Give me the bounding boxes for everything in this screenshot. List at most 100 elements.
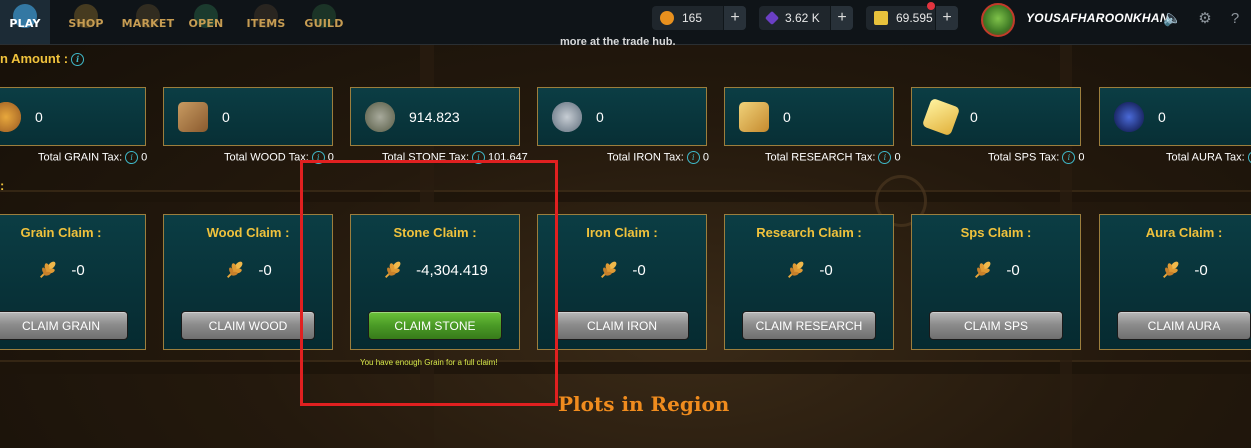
- tax-label: Total WOOD Tax:: [224, 151, 309, 164]
- grain-icon: [601, 261, 617, 278]
- nav-label: PLAY: [9, 17, 41, 30]
- tax-line-iron: Total IRON Tax: i 0: [607, 151, 709, 164]
- nav-label: OPEN: [188, 17, 224, 30]
- nav-label: SHOP: [68, 17, 104, 30]
- crystal-value: 3.62 K: [785, 11, 820, 25]
- claim-box-iron: Iron Claim : -0 CLAIM IRON: [537, 214, 707, 350]
- claim-title: Aura Claim :: [1145, 225, 1223, 240]
- claim-title: Iron Claim :: [586, 225, 658, 240]
- add-voucher-button[interactable]: +: [935, 6, 958, 30]
- amount-value: 914.823: [409, 108, 460, 125]
- nav-shop[interactable]: SHOP: [58, 0, 114, 44]
- claim-value: -0: [1194, 261, 1208, 279]
- voucher-value: 69.595: [896, 11, 933, 25]
- tax-value: 0: [894, 151, 901, 164]
- amount-box-wood: 0: [163, 87, 333, 146]
- amount-box-aura: 0: [1099, 87, 1251, 146]
- tax-line-aura: Total AURA Tax:i0: [1166, 151, 1251, 164]
- amount-section-label: n Amount :i: [0, 51, 85, 67]
- amount-box-sps: 0: [911, 87, 1081, 146]
- amount-value: 0: [1158, 108, 1166, 125]
- notification-dot: [927, 2, 935, 10]
- tax-label: Total IRON Tax:: [607, 151, 684, 164]
- claim-aura-button[interactable]: CLAIM AURA: [1117, 311, 1251, 340]
- trade-hint: more at the trade hub.: [560, 36, 676, 48]
- tax-value: 0: [1078, 151, 1085, 164]
- claim-value: -0: [632, 261, 646, 279]
- tax-value: 0: [702, 151, 709, 164]
- info-icon[interactable]: i: [1062, 151, 1076, 164]
- wood-resource-icon: [178, 101, 208, 132]
- claim-row: -0: [538, 259, 706, 281]
- claim-grain-button[interactable]: CLAIM GRAIN: [0, 311, 128, 340]
- claim-value: -0: [819, 261, 833, 279]
- claim-row: -0: [0, 259, 145, 281]
- nav-label: ITEMS: [246, 17, 286, 30]
- crystal-balance: 3.62 K +: [759, 6, 853, 30]
- voucher-icon: [874, 11, 888, 25]
- claim-wood-button[interactable]: CLAIM WOOD: [181, 311, 315, 340]
- tax-line-grain: Total GRAIN Tax: i 0: [38, 151, 147, 164]
- claim-title: Grain Claim :: [20, 225, 102, 240]
- nav-items[interactable]: ITEMS: [238, 0, 294, 44]
- grain-icon: [40, 261, 56, 278]
- amount-value: 0: [222, 108, 230, 125]
- tax-label: Total GRAIN Tax:: [38, 151, 123, 164]
- aura-resource-icon: [1114, 101, 1144, 132]
- tax-label: Total RESEARCH Tax:: [765, 151, 876, 164]
- amount-box-research: 0: [724, 87, 894, 146]
- tax-line-sps: Total SPS Tax: i 0: [988, 151, 1084, 164]
- nav-open[interactable]: OPEN: [178, 0, 234, 44]
- claim-value: -0: [1006, 261, 1020, 279]
- info-icon[interactable]: i: [686, 151, 700, 164]
- amount-value: 0: [35, 108, 43, 125]
- claim-section-label: :: [0, 178, 5, 193]
- grain-resource-icon: [0, 101, 21, 132]
- amount-section-text: n Amount :: [0, 51, 69, 66]
- help-icon[interactable]: ?: [1226, 10, 1244, 28]
- claim-value: -0: [258, 261, 272, 279]
- tax-label: Total SPS Tax:: [988, 151, 1060, 164]
- nav-play[interactable]: PLAY: [0, 0, 50, 44]
- grain-icon: [1163, 261, 1179, 278]
- gear-icon[interactable]: ⚙: [1196, 10, 1214, 28]
- amount-box-grain: 0: [0, 87, 146, 146]
- claim-box-research: Research Claim : -0 CLAIM RESEARCH: [724, 214, 894, 350]
- highlight-annotation: [300, 160, 558, 406]
- add-crystal-button[interactable]: +: [830, 6, 853, 30]
- info-icon[interactable]: i: [878, 151, 892, 164]
- claim-title: Research Claim :: [756, 225, 862, 240]
- sps-resource-icon: [921, 97, 961, 136]
- sound-icon[interactable]: 🔈: [1163, 10, 1182, 28]
- claim-row: -0: [912, 259, 1080, 281]
- claim-research-button[interactable]: CLAIM RESEARCH: [742, 311, 876, 340]
- nav-label: GUILD: [304, 17, 344, 30]
- claim-sps-button[interactable]: CLAIM SPS: [929, 311, 1063, 340]
- username[interactable]: YOUSAFHAROONKHAN: [1026, 11, 1169, 25]
- claim-box-aura: Aura Claim : -0 CLAIM AURA: [1099, 214, 1251, 350]
- tax-line-research: Total RESEARCH Tax: i 0: [765, 151, 901, 164]
- grain-icon: [788, 261, 804, 278]
- nav-label: MARKET: [121, 17, 175, 30]
- claim-box-grain: Grain Claim : -0 CLAIM GRAIN: [0, 214, 146, 350]
- claim-box-sps: Sps Claim : -0 CLAIM SPS: [911, 214, 1081, 350]
- coin-balance: 165 +: [652, 6, 746, 30]
- claim-title: Sps Claim :: [960, 225, 1032, 240]
- grain-icon: [227, 261, 243, 278]
- avatar[interactable]: [981, 3, 1015, 37]
- amount-value: 0: [970, 108, 978, 125]
- nav-guild[interactable]: GUILD: [296, 0, 352, 44]
- info-icon[interactable]: i: [71, 53, 85, 67]
- grain-icon: [975, 261, 991, 278]
- claim-row: -0: [725, 259, 893, 281]
- nav-market[interactable]: MARKET: [120, 0, 176, 44]
- iron-resource-icon: [552, 101, 582, 132]
- amount-value: 0: [596, 108, 604, 125]
- claim-iron-button[interactable]: CLAIM IRON: [555, 311, 689, 340]
- add-coin-button[interactable]: +: [723, 6, 746, 30]
- research-resource-icon: [739, 101, 769, 132]
- claim-row: -0: [1100, 259, 1251, 281]
- plots-in-region-title: Plots in Region: [558, 392, 730, 416]
- coin-value: 165: [682, 11, 703, 25]
- info-icon[interactable]: i: [125, 151, 139, 164]
